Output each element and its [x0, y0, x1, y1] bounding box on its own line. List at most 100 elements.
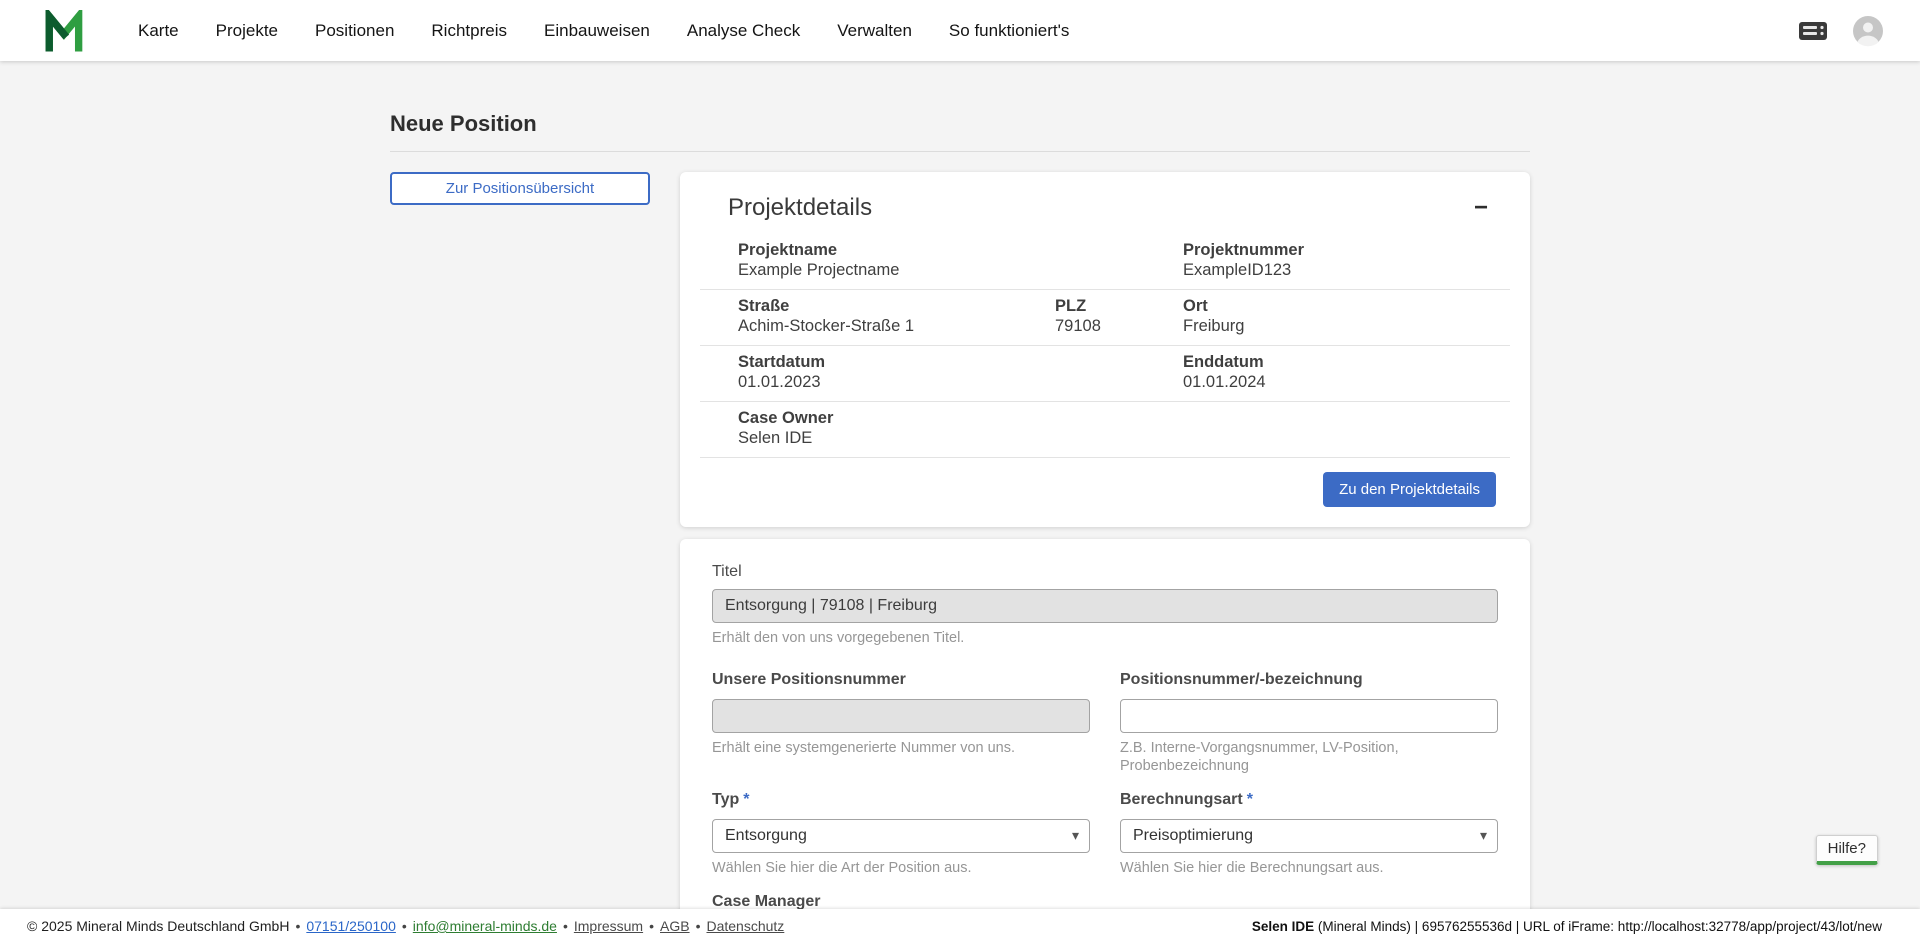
positionsnummer-label: Positionsnummer/-bezeichnung [1120, 671, 1498, 689]
field-value: ExampleID123 [1183, 260, 1510, 281]
berechnungsart-select-value: Preisoptimierung [1133, 827, 1253, 845]
berechnungsart-select[interactable]: Preisoptimierung ▾ [1120, 819, 1498, 853]
nav-item-projekte[interactable]: Projekte [216, 21, 278, 41]
bullet-separator: • [649, 918, 654, 934]
unsere-positionsnummer-label: Unsere Positionsnummer [712, 671, 1090, 689]
copyright-text: © 2025 Mineral Minds Deutschland GmbH [27, 918, 289, 934]
berechnungsart-helper: Wählen Sie hier die Berechnungsart aus. [1120, 859, 1498, 877]
field-label: Straße [738, 296, 1055, 316]
field-strasse: Straße Achim-Stocker-Straße 1 [738, 296, 1055, 337]
right-column: Projektdetails − Projektname Example Pro… [680, 172, 1530, 943]
dropdown-caret-icon: ▾ [1072, 827, 1079, 844]
field-label: Projektname [738, 240, 1183, 260]
minus-icon: − [1474, 194, 1488, 221]
project-details-card: Projektdetails − Projektname Example Pro… [680, 172, 1530, 527]
user-menu-button[interactable] [1852, 15, 1884, 47]
field-value: 01.01.2024 [1183, 372, 1510, 393]
project-card-actions: Zu den Projektdetails [680, 458, 1530, 527]
field-label: PLZ [1055, 296, 1183, 316]
main-content: Neue Position Zur Positionsübersicht Pro… [0, 61, 1920, 943]
field-case-owner: Case Owner Selen IDE [738, 408, 1183, 449]
unsere-positionsnummer-input [712, 699, 1090, 733]
collapse-button[interactable]: − [1474, 196, 1488, 220]
position-form-card: Titel Erhält den von uns vorgegebenen Ti… [680, 539, 1530, 943]
titel-helper: Erhält den von uns vorgegebenen Titel. [712, 629, 1498, 647]
project-row: Straße Achim-Stocker-Straße 1 PLZ 79108 … [700, 290, 1510, 346]
bullet-separator: • [696, 918, 701, 934]
titel-field: Titel Erhält den von uns vorgegebenen Ti… [712, 563, 1498, 647]
bullet-separator: • [402, 918, 407, 934]
project-details-button[interactable]: Zu den Projektdetails [1323, 472, 1496, 507]
typ-label: Typ* [712, 791, 1090, 809]
field-startdatum: Startdatum 01.01.2023 [738, 352, 1183, 393]
impressum-link[interactable]: Impressum [574, 918, 643, 934]
topbar-actions [1798, 15, 1884, 47]
field-label: Case Owner [738, 408, 1183, 428]
field-value: Selen IDE [738, 428, 1183, 449]
nav-item-positionen[interactable]: Positionen [315, 21, 394, 41]
positionsnummer-input[interactable] [1120, 699, 1498, 733]
unsere-positionsnummer-helper: Erhält eine systemgenerierte Nummer von … [712, 739, 1090, 757]
field-value: Freiburg [1183, 316, 1510, 337]
nav-item-so-funktionierts[interactable]: So funktioniert's [949, 21, 1069, 41]
bullet-separator: • [295, 918, 300, 934]
nav-item-einbauweisen[interactable]: Einbauweisen [544, 21, 650, 41]
mineral-minds-logo-icon [44, 10, 86, 52]
field-projektnummer: Projektnummer ExampleID123 [1183, 240, 1510, 281]
form-grid: Unsere Positionsnummer Erhält eine syste… [712, 671, 1498, 943]
required-asterisk: * [743, 791, 749, 808]
nav-item-karte[interactable]: Karte [138, 21, 179, 41]
email-link[interactable]: info@mineral-minds.de [413, 918, 557, 934]
field-label: Projektnummer [1183, 240, 1510, 260]
field-plz: PLZ 79108 [1055, 296, 1183, 337]
title-divider [390, 151, 1530, 152]
bullet-separator: • [563, 918, 568, 934]
session-user: Selen IDE [1252, 919, 1314, 934]
nav-item-verwalten[interactable]: Verwalten [837, 21, 912, 41]
datenschutz-link[interactable]: Datenschutz [706, 918, 784, 934]
typ-helper: Wählen Sie hier die Art der Position aus… [712, 859, 1090, 877]
agb-link[interactable]: AGB [660, 918, 690, 934]
typ-label-text: Typ [712, 791, 739, 808]
nav-item-richtpreis[interactable]: Richtpreis [431, 21, 507, 41]
help-button[interactable]: Hilfe? [1816, 835, 1878, 865]
app-logo[interactable] [44, 10, 86, 52]
device-icon [1798, 20, 1828, 42]
field-value: Achim-Stocker-Straße 1 [738, 316, 1055, 337]
field-enddatum: Enddatum 01.01.2024 [1183, 352, 1510, 393]
typ-field: Typ* Entsorgung ▾ Wählen Sie hier die Ar… [712, 791, 1090, 877]
user-avatar-icon [1852, 15, 1884, 47]
typ-select-value: Entsorgung [725, 827, 807, 845]
positionsnummer-field: Positionsnummer/-bezeichnung Z.B. Intern… [1120, 671, 1498, 775]
berechnungsart-label-text: Berechnungsart [1120, 791, 1243, 808]
project-row: Startdatum 01.01.2023 Enddatum 01.01.202… [700, 346, 1510, 402]
field-value: Example Projectname [738, 260, 1183, 281]
field-label: Startdatum [738, 352, 1183, 372]
field-value: 01.01.2023 [738, 372, 1183, 393]
positions-overview-button[interactable]: Zur Positionsübersicht [390, 172, 650, 205]
titel-input [712, 589, 1498, 623]
titel-label: Titel [712, 563, 1498, 581]
main-nav: Karte Projekte Positionen Richtpreis Ein… [138, 21, 1069, 41]
project-fields: Projektname Example Projectname Projektn… [700, 234, 1510, 458]
typ-select[interactable]: Entsorgung ▾ [712, 819, 1090, 853]
phone-link[interactable]: 07151/250100 [306, 918, 396, 934]
page-title: Neue Position [390, 111, 1530, 137]
footer: © 2025 Mineral Minds Deutschland GmbH • … [0, 909, 1920, 943]
field-label: Ort [1183, 296, 1510, 316]
project-card-header: Projektdetails − [680, 172, 1530, 230]
dropdown-caret-icon: ▾ [1480, 827, 1487, 844]
project-row: Case Owner Selen IDE [700, 402, 1510, 458]
field-value: 79108 [1055, 316, 1183, 337]
field-label: Enddatum [1183, 352, 1510, 372]
app-screen: Karte Projekte Positionen Richtpreis Ein… [0, 0, 1920, 943]
field-ort: Ort Freiburg [1183, 296, 1510, 337]
session-info: Selen IDE (Mineral Minds) | 69576255536d… [1252, 919, 1882, 934]
device-button[interactable] [1798, 20, 1828, 42]
left-column: Zur Positionsübersicht [390, 172, 650, 205]
unsere-positionsnummer-field: Unsere Positionsnummer Erhält eine syste… [712, 671, 1090, 757]
session-details: (Mineral Minds) | 69576255536d | URL of … [1314, 919, 1882, 934]
nav-item-analyse-check[interactable]: Analyse Check [687, 21, 800, 41]
positionsnummer-helper: Z.B. Interne-Vorgangsnummer, LV-Position… [1120, 739, 1498, 775]
top-nav: Karte Projekte Positionen Richtpreis Ein… [0, 0, 1920, 61]
